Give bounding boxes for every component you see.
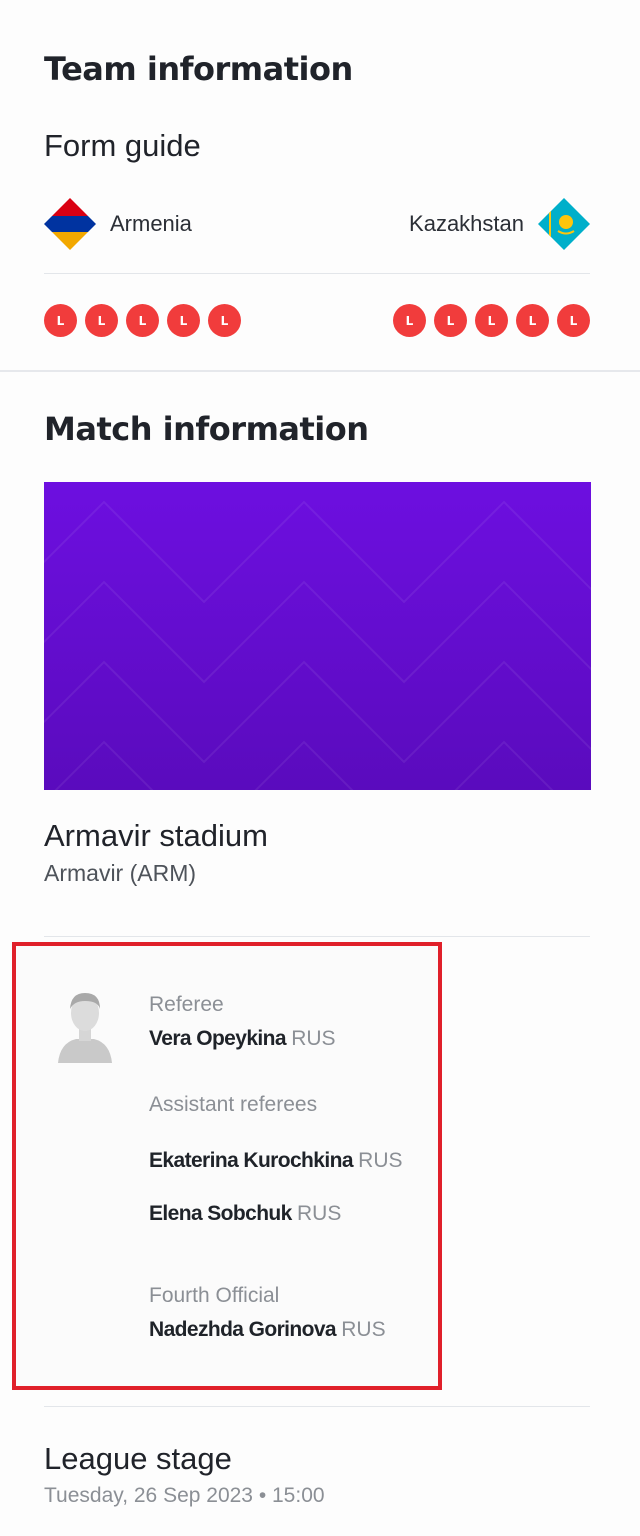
fourth-official-label: Fourth Official — [149, 1284, 280, 1307]
official-name: Ekaterina Kurochkina — [149, 1149, 354, 1172]
away-team-name: Kazakhstan — [409, 211, 524, 236]
match-information-title: Match information — [44, 410, 369, 448]
fourth-official-name: Nadezhda Gorinova RUS — [149, 1318, 386, 1342]
assistant-referees-label: Assistant referees — [149, 1093, 318, 1116]
form-guide-title: Form guide — [44, 128, 201, 163]
assistant-referee-name: Ekaterina Kurochkina RUS — [149, 1149, 403, 1173]
league-stage-title: League stage — [44, 1441, 232, 1476]
form-badge-loss: L — [516, 304, 549, 337]
referee-name: Vera Opeykina RUS — [149, 1027, 336, 1051]
away-team[interactable]: Kazakhstan — [409, 198, 590, 250]
official-name: Nadezhda Gorinova — [149, 1318, 337, 1341]
form-badge-loss: L — [475, 304, 508, 337]
official-name: Elena Sobchuk — [149, 1202, 292, 1225]
official-nationality: RUS — [341, 1318, 386, 1341]
divider — [44, 273, 590, 274]
form-badge-loss: L — [434, 304, 467, 337]
referee-avatar-icon — [54, 985, 116, 1063]
official-nationality: RUS — [297, 1202, 342, 1225]
stadium-city: Armavir (ARM) — [44, 860, 197, 886]
official-name: Vera Opeykina — [149, 1027, 287, 1050]
form-badge-loss: L — [557, 304, 590, 337]
assistant-referee-name: Elena Sobchuk RUS — [149, 1202, 341, 1226]
official-nationality: RUS — [358, 1149, 403, 1172]
armenia-flag-icon — [44, 198, 96, 250]
away-form-guide: L L L L L — [393, 304, 590, 337]
section-divider — [0, 370, 640, 372]
form-badge-loss: L — [393, 304, 426, 337]
chevron-pattern — [44, 500, 591, 790]
stadium-image-placeholder — [44, 482, 591, 790]
kazakhstan-flag-icon — [538, 198, 590, 250]
home-form-guide: L L L L L — [44, 304, 241, 337]
form-badge-loss: L — [85, 304, 118, 337]
match-date-time: Tuesday, 26 Sep 2023 • 15:00 — [44, 1484, 325, 1507]
form-badge-loss: L — [44, 304, 77, 337]
stadium-name: Armavir stadium — [44, 818, 268, 853]
official-nationality: RUS — [291, 1027, 336, 1050]
form-badge-loss: L — [208, 304, 241, 337]
divider — [44, 936, 590, 937]
form-badge-loss: L — [167, 304, 200, 337]
form-badge-loss: L — [126, 304, 159, 337]
team-information-title: Team information — [44, 50, 353, 88]
divider — [44, 1406, 590, 1407]
home-team[interactable]: Armenia — [44, 198, 192, 250]
referee-label: Referee — [149, 993, 224, 1016]
home-team-name: Armenia — [110, 211, 192, 236]
